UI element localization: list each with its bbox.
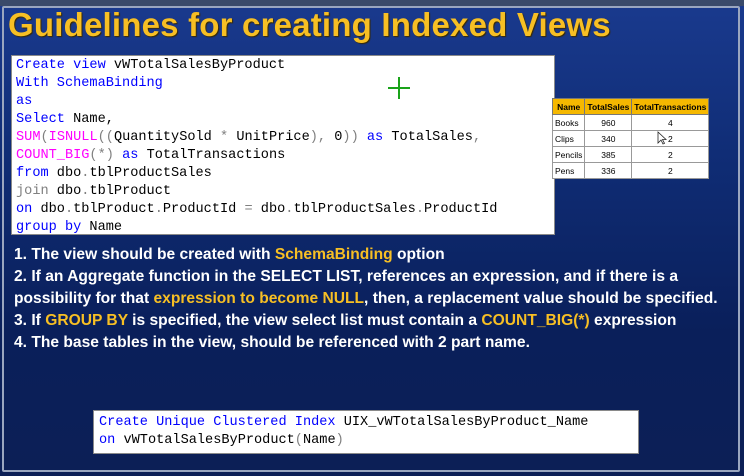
code-line-3: as bbox=[16, 94, 33, 109]
code-line-8: join dbo.tblProduct bbox=[16, 184, 172, 199]
table-row: Pens 336 2 bbox=[551, 162, 710, 179]
screen: Guidelines for creating Indexed Views Cr… bbox=[0, 0, 744, 476]
table-row: Books 960 4 bbox=[551, 114, 710, 131]
guideline-2: 2. If an Aggregate function in the SELEC… bbox=[14, 268, 718, 307]
crosshair-cursor-icon bbox=[388, 77, 410, 99]
table-cell: 340 bbox=[584, 130, 633, 147]
table-cell: 4 bbox=[631, 114, 710, 131]
table-cell: 2 bbox=[631, 146, 710, 163]
create-index-code-block: Create Unique Clustered Index UIX_vWTota… bbox=[93, 410, 639, 454]
table-cell: Books bbox=[551, 114, 586, 131]
table-cell: 336 bbox=[584, 162, 633, 179]
table-header-row: Name TotalSales TotalTransactions bbox=[551, 98, 710, 115]
code-line-1: Create Unique Clustered Index UIX_vWTota… bbox=[99, 415, 589, 430]
code-line-2: With SchemaBinding bbox=[16, 76, 163, 91]
table-cell: 960 bbox=[584, 114, 633, 131]
slide-title: Guidelines for creating Indexed Views bbox=[8, 6, 611, 43]
code-line-1: Create view vWTotalSalesByProduct bbox=[16, 58, 286, 73]
table-cell: Pens bbox=[551, 162, 586, 179]
guidelines-list: 1. The view should be created with Schem… bbox=[14, 244, 730, 354]
column-header: TotalSales bbox=[584, 98, 633, 115]
column-header: Name bbox=[551, 98, 586, 115]
code-line-7: from dbo.tblProductSales bbox=[16, 166, 212, 181]
create-view-code-block: Create view vWTotalSalesByProduct With S… bbox=[11, 55, 555, 235]
code-line-4: Select Name, bbox=[16, 112, 114, 127]
code-line-2: on vWTotalSalesByProduct(Name) bbox=[99, 433, 344, 448]
column-header: TotalTransactions bbox=[631, 98, 710, 115]
result-table: Name TotalSales TotalTransactions Books … bbox=[551, 98, 710, 179]
guideline-3: 3. If GROUP BY is specified, the view se… bbox=[14, 312, 677, 329]
guideline-4: 4. The base tables in the view, should b… bbox=[14, 334, 530, 351]
table-row: Clips 340 2 bbox=[551, 130, 710, 147]
table-cell: 2 bbox=[631, 162, 710, 179]
table-cell: Clips bbox=[551, 130, 586, 147]
code-line-6: COUNT_BIG(*) as TotalTransactions bbox=[16, 148, 286, 163]
table-cell: 385 bbox=[584, 146, 633, 163]
table-row: Pencils 385 2 bbox=[551, 146, 710, 163]
code-line-5: SUM(ISNULL((QuantitySold * UnitPrice), 0… bbox=[16, 130, 482, 145]
code-line-9: on dbo.tblProduct.ProductId = dbo.tblPro… bbox=[16, 202, 498, 217]
mouse-pointer-icon bbox=[657, 131, 667, 145]
code-line-10: group by Name bbox=[16, 220, 123, 235]
table-cell: 2 bbox=[631, 130, 710, 147]
table-cell: Pencils bbox=[551, 146, 586, 163]
guideline-1: 1. The view should be created with Schem… bbox=[14, 246, 445, 263]
